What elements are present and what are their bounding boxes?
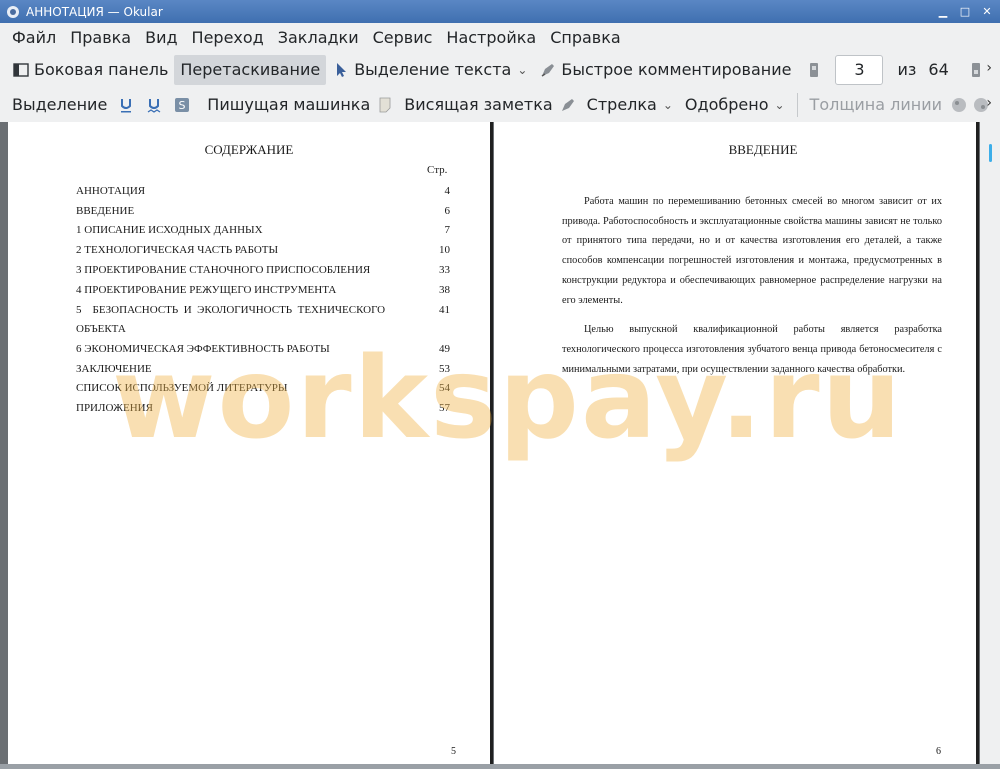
menu-view[interactable]: Вид bbox=[138, 28, 184, 47]
menu-file[interactable]: Файл bbox=[5, 28, 63, 47]
minimize-icon[interactable]: ▁ bbox=[936, 4, 950, 18]
page-total-label: 64 bbox=[928, 60, 949, 79]
sticky-note-icon[interactable] bbox=[376, 96, 394, 114]
next-page-icon[interactable] bbox=[967, 61, 985, 79]
page-divider bbox=[976, 122, 979, 764]
toc-page: 6 bbox=[444, 205, 451, 217]
line-width-label: Толщина линии bbox=[809, 95, 943, 114]
toc-title: 2 ТЕХНОЛОГИЧЕСКАЯ ЧАСТЬ РАБОТЫ bbox=[76, 244, 279, 256]
main-toolbar: Боковая панель Перетаскивание Выделение … bbox=[0, 52, 1000, 87]
paragraph: Работа машин по перемешиванию бетонных с… bbox=[562, 196, 942, 306]
arrow-button[interactable]: Стрелка ⌄ bbox=[581, 90, 679, 120]
toc-page: 10 bbox=[439, 244, 450, 256]
pen-annotate-icon bbox=[541, 63, 555, 77]
sidebar-button[interactable]: Боковая панель bbox=[6, 55, 174, 85]
page-number: 6 bbox=[936, 746, 941, 757]
inline-note-button[interactable]: Висящая заметка bbox=[398, 90, 558, 120]
squiggle-underline-icon[interactable] bbox=[145, 96, 163, 114]
menu-settings[interactable]: Настройка bbox=[439, 28, 543, 47]
toc-page: 38 bbox=[439, 284, 450, 296]
chevron-down-icon[interactable]: ⌄ bbox=[774, 98, 784, 112]
typewriter-button[interactable]: Пишущая машинка bbox=[201, 90, 376, 120]
quick-annotate-label: Быстрое комментирование bbox=[561, 60, 792, 79]
toc-page: 4 bbox=[444, 185, 451, 197]
toolbar-separator bbox=[796, 92, 798, 117]
underline-icon[interactable] bbox=[117, 96, 135, 114]
toc-title: 1 ОПИСАНИЕ ИСХОДНЫХ ДАННЫХ bbox=[76, 224, 263, 236]
svg-text:S: S bbox=[179, 99, 186, 112]
arrow-tool-icon[interactable] bbox=[559, 96, 577, 114]
toc-title: 3 ПРОЕКТИРОВАНИЕ СТАНОЧНОГО ПРИСПОСОБЛЕН… bbox=[76, 264, 371, 276]
toc-page: 41 bbox=[439, 304, 450, 316]
menu-go[interactable]: Переход bbox=[185, 28, 271, 47]
toc-title: АННОТАЦИЯ bbox=[76, 185, 146, 197]
toc-page: 33 bbox=[439, 264, 450, 276]
toc-row[interactable]: 4 ПРОЕКТИРОВАНИЕ РЕЖУЩЕГО ИНСТРУМЕНТА 38 bbox=[76, 284, 450, 304]
toolbar-overflow-icon[interactable]: › bbox=[986, 60, 992, 76]
chevron-down-icon[interactable]: ⌄ bbox=[663, 98, 673, 112]
text-select-label: Выделение текста bbox=[354, 60, 512, 79]
toc-row[interactable]: ВВЕДЕНИЕ 6 bbox=[76, 205, 450, 225]
strikeout-icon[interactable]: S bbox=[173, 96, 191, 114]
previous-page-icon[interactable] bbox=[805, 61, 823, 79]
intro-heading: ВВЕДЕНИЕ bbox=[728, 142, 798, 157]
line-width-button[interactable]: Толщина линии bbox=[804, 90, 949, 120]
toc-title: 4 ПРОЕКТИРОВАНИЕ РЕЖУЩЕГО ИНСТРУМЕНТА bbox=[76, 284, 337, 296]
toc-row[interactable]: АННОТАЦИЯ 4 bbox=[76, 185, 450, 205]
stamp-label: Одобрено bbox=[684, 95, 769, 114]
toc-page: 7 bbox=[444, 224, 451, 236]
vertical-scrollbar[interactable] bbox=[980, 122, 1000, 764]
menu-bookmarks[interactable]: Закладки bbox=[271, 28, 366, 47]
toc-row[interactable]: 3 ПРОЕКТИРОВАНИЕ СТАНОЧНОГО ПРИСПОСОБЛЕН… bbox=[76, 264, 450, 284]
highlight-label: Выделение bbox=[12, 95, 108, 114]
sidebar-label: Боковая панель bbox=[34, 60, 169, 79]
text-select-button[interactable]: Выделение текста ⌄ bbox=[326, 55, 533, 85]
maximize-icon[interactable]: □ bbox=[958, 4, 972, 18]
typewriter-label: Пишущая машинка bbox=[207, 95, 371, 114]
title-bar: АННОТАЦИЯ — Okular ▁ □ ✕ bbox=[0, 0, 1000, 23]
window-title: АННОТАЦИЯ — Okular bbox=[26, 4, 163, 19]
toc-row[interactable]: 2 ТЕХНОЛОГИЧЕСКАЯ ЧАСТЬ РАБОТЫ 10 bbox=[76, 244, 450, 264]
toc-heading: СОДЕРЖАНИЕ bbox=[204, 142, 294, 157]
horizontal-scrollbar[interactable] bbox=[0, 764, 1000, 769]
chevron-down-icon[interactable]: ⌄ bbox=[517, 63, 527, 77]
watermark: workspay.ru bbox=[112, 334, 904, 464]
arrow-label: Стрелка bbox=[586, 95, 657, 114]
browse-tool-button[interactable]: Перетаскивание bbox=[174, 54, 327, 85]
scrollbar-thumb[interactable] bbox=[989, 144, 992, 162]
sidebar-icon bbox=[13, 62, 29, 77]
toc-page-column-header: Стр. bbox=[427, 164, 448, 176]
quick-annotate-button[interactable]: Быстрое комментирование bbox=[533, 55, 797, 85]
cursor-arrow-icon bbox=[337, 62, 347, 77]
close-icon[interactable]: ✕ bbox=[980, 4, 994, 18]
menu-bar: Файл Правка Вид Переход Закладки Сервис … bbox=[0, 23, 1000, 52]
toc-row[interactable]: 1 ОПИСАНИЕ ИСХОДНЫХ ДАННЫХ 7 bbox=[76, 224, 450, 244]
page-number: 5 bbox=[451, 746, 456, 757]
toolbar-overflow-icon[interactable]: › bbox=[986, 95, 992, 111]
annotation-toolbar: Выделение S Пишущая машинка Висящая заме… bbox=[0, 87, 1000, 122]
color-picker-icon[interactable] bbox=[950, 96, 968, 114]
browse-label: Перетаскивание bbox=[180, 60, 321, 79]
menu-tools[interactable]: Сервис bbox=[366, 28, 440, 47]
page-number-input[interactable]: 3 bbox=[835, 54, 884, 85]
toc-row[interactable]: 5 БЕЗОПАСНОСТЬ И ЭКОЛОГИЧНОСТЬ ТЕХНИЧЕСК… bbox=[76, 304, 450, 324]
menu-edit[interactable]: Правка bbox=[63, 28, 138, 47]
page-of-label: из bbox=[897, 60, 917, 79]
toc-title: ВВЕДЕНИЕ bbox=[76, 205, 135, 217]
note-label: Висящая заметка bbox=[404, 95, 553, 114]
stamp-button[interactable]: Одобрено ⌄ bbox=[679, 90, 791, 120]
toc-title: 5 БЕЗОПАСНОСТЬ И ЭКОЛОГИЧНОСТЬ ТЕХНИЧЕСК… bbox=[76, 304, 386, 316]
menu-help[interactable]: Справка bbox=[543, 28, 628, 47]
highlight-button[interactable]: Выделение bbox=[6, 90, 113, 120]
okular-app-icon bbox=[7, 5, 19, 18]
